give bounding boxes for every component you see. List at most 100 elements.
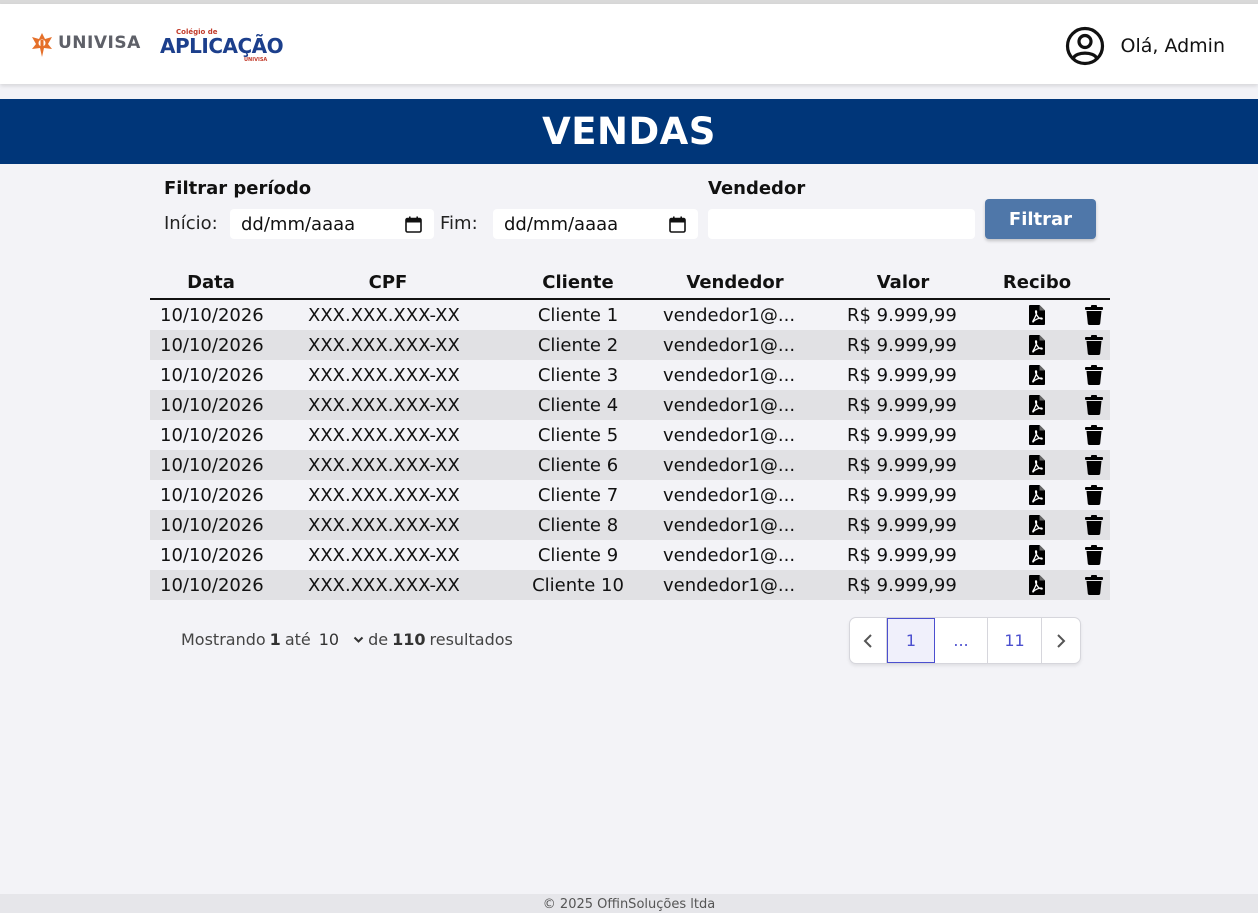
table-row: 10/10/2026 XXX.XXX.XXX-XX Cliente 7 vendedo… [150, 480, 1110, 510]
page-ellipsis: ... [935, 618, 988, 663]
cell-cpf: XXX.XXX.XXX-XX [308, 305, 460, 326]
cell-valor: R$ 9.999,99 [847, 395, 957, 416]
cell-data: 10/10/2026 [160, 425, 264, 446]
trash-icon[interactable] [1085, 545, 1103, 565]
showing-until: até [284, 630, 311, 649]
pdf-icon[interactable] [1029, 485, 1045, 505]
table-header: Data CPF Cliente Vendedor Valor Recibo [150, 270, 1110, 300]
start-date-value: dd/mm/aaaa [241, 213, 356, 235]
cell-data: 10/10/2026 [160, 515, 264, 536]
cell-data: 10/10/2026 [160, 455, 264, 476]
showing-of: de [368, 630, 389, 649]
showing-from: 1 [269, 630, 281, 649]
column-header-vendedor: Vendedor [686, 272, 784, 293]
showing-prefix: Mostrando [181, 630, 266, 649]
period-filter-label: Filtrar período [164, 178, 312, 199]
cell-vendedor: vendedor1@... [663, 305, 796, 326]
cell-cpf: XXX.XXX.XXX-XX [308, 425, 460, 446]
cell-cpf: XXX.XXX.XXX-XX [308, 455, 460, 476]
trash-icon[interactable] [1085, 485, 1103, 505]
trash-icon[interactable] [1085, 455, 1103, 475]
trash-icon[interactable] [1085, 395, 1103, 415]
cell-vendedor: vendedor1@... [663, 425, 796, 446]
cell-vendedor: vendedor1@... [663, 575, 796, 596]
cell-vendedor: vendedor1@... [663, 485, 796, 506]
cell-valor: R$ 9.999,99 [847, 485, 957, 506]
pdf-icon[interactable] [1029, 335, 1045, 355]
end-date-input[interactable]: dd/mm/aaaa [493, 209, 698, 239]
cell-vendedor: vendedor1@... [663, 365, 796, 386]
table-row: 10/10/2026 XXX.XXX.XXX-XX Cliente 2 vendedo… [150, 330, 1110, 360]
cell-cpf: XXX.XXX.XXX-XX [308, 335, 460, 356]
prev-page-button[interactable] [850, 618, 887, 663]
cell-data: 10/10/2026 [160, 395, 264, 416]
next-page-button[interactable] [1042, 618, 1080, 663]
cell-cpf: XXX.XXX.XXX-XX [308, 395, 460, 416]
trash-icon[interactable] [1085, 305, 1103, 325]
pdf-icon[interactable] [1029, 425, 1045, 445]
filter-button[interactable]: Filtrar [985, 199, 1096, 239]
trash-icon[interactable] [1085, 515, 1103, 535]
start-date-input[interactable]: dd/mm/aaaa [230, 209, 434, 239]
column-header-data: Data [187, 272, 235, 293]
cell-cliente: Cliente 1 [537, 305, 619, 326]
cell-valor: R$ 9.999,99 [847, 515, 957, 536]
calendar-icon[interactable] [669, 216, 686, 233]
table-row: 10/10/2026 XXX.XXX.XXX-XX Cliente 1 vendedo… [150, 300, 1110, 330]
cell-data: 10/10/2026 [160, 545, 264, 566]
trash-icon[interactable] [1085, 365, 1103, 385]
pagination: 1 ... 11 [849, 617, 1081, 664]
seller-input[interactable] [708, 209, 975, 239]
aplicacao-logo[interactable]: Colégio de APLICAÇÃO UNIVISA [160, 28, 284, 66]
per-page-select[interactable]: 10 [319, 630, 368, 649]
column-header-cpf: CPF [368, 272, 408, 293]
cell-valor: R$ 9.999,99 [847, 365, 957, 386]
table-row: 10/10/2026 XXX.XXX.XXX-XX Cliente 8 vendedo… [150, 510, 1110, 540]
pdf-icon[interactable] [1029, 395, 1045, 415]
univisa-logo[interactable]: UNIVISA ​ [30, 28, 145, 62]
pdf-icon[interactable] [1029, 455, 1045, 475]
univisa-wordmark: UNIVISA [58, 33, 141, 53]
cell-vendedor: vendedor1@... [663, 545, 796, 566]
cell-cpf: XXX.XXX.XXX-XX [308, 545, 460, 566]
table-body: 10/10/2026 XXX.XXX.XXX-XX Cliente 1 vendedo… [150, 300, 1110, 600]
cell-valor: R$ 9.999,99 [847, 575, 957, 596]
pdf-icon[interactable] [1029, 515, 1045, 535]
aplicacao-logo-wordmark: APLICAÇÃO [160, 34, 284, 58]
column-header-recibo: Recibo [1002, 272, 1072, 293]
cell-cliente: Cliente 6 [537, 455, 619, 476]
cell-cpf: XXX.XXX.XXX-XX [308, 575, 460, 596]
cell-cliente: Cliente 4 [537, 395, 619, 416]
pdf-icon[interactable] [1029, 545, 1045, 565]
cell-vendedor: vendedor1@... [663, 515, 796, 536]
cell-vendedor: vendedor1@... [663, 395, 796, 416]
column-header-valor: Valor [876, 272, 930, 293]
cell-valor: R$ 9.999,99 [847, 335, 957, 356]
pdf-icon[interactable] [1029, 305, 1045, 325]
cell-data: 10/10/2026 [160, 575, 264, 596]
trash-icon[interactable] [1085, 335, 1103, 355]
pdf-icon[interactable] [1029, 575, 1045, 595]
column-header-cliente: Cliente [542, 272, 614, 293]
seller-filter-label: Vendedor [708, 178, 806, 199]
calendar-icon[interactable] [405, 216, 422, 233]
page-title: VENDAS [542, 110, 716, 153]
pdf-icon[interactable] [1029, 365, 1045, 385]
trash-icon[interactable] [1085, 425, 1103, 445]
cell-cpf: XXX.XXX.XXX-XX [308, 515, 460, 536]
cell-cliente: Cliente 9 [537, 545, 619, 566]
page-button-11[interactable]: 11 [988, 618, 1042, 663]
aplicacao-logo-sub: UNIVISA [244, 57, 268, 63]
start-date-label: Início: [164, 213, 218, 234]
cell-valor: R$ 9.999,99 [847, 425, 957, 446]
table-row: 10/10/2026 XXX.XXX.XXX-XX Cliente 9 vendedo… [150, 540, 1110, 570]
chevron-right-icon [1057, 633, 1066, 648]
trash-icon[interactable] [1085, 575, 1103, 595]
user-avatar-icon [1066, 26, 1105, 66]
univisa-emblem-icon [32, 33, 52, 57]
footer: © 2025 OffinSoluções ltda [0, 894, 1258, 913]
user-menu[interactable]: Olá, Admin [1065, 26, 1225, 66]
cell-cpf: XXX.XXX.XXX-XX [308, 485, 460, 506]
page-button-1[interactable]: 1 [887, 618, 935, 663]
app-header: UNIVISA ​ Colégio de APLICAÇÃO UNIVISA O… [0, 4, 1258, 84]
